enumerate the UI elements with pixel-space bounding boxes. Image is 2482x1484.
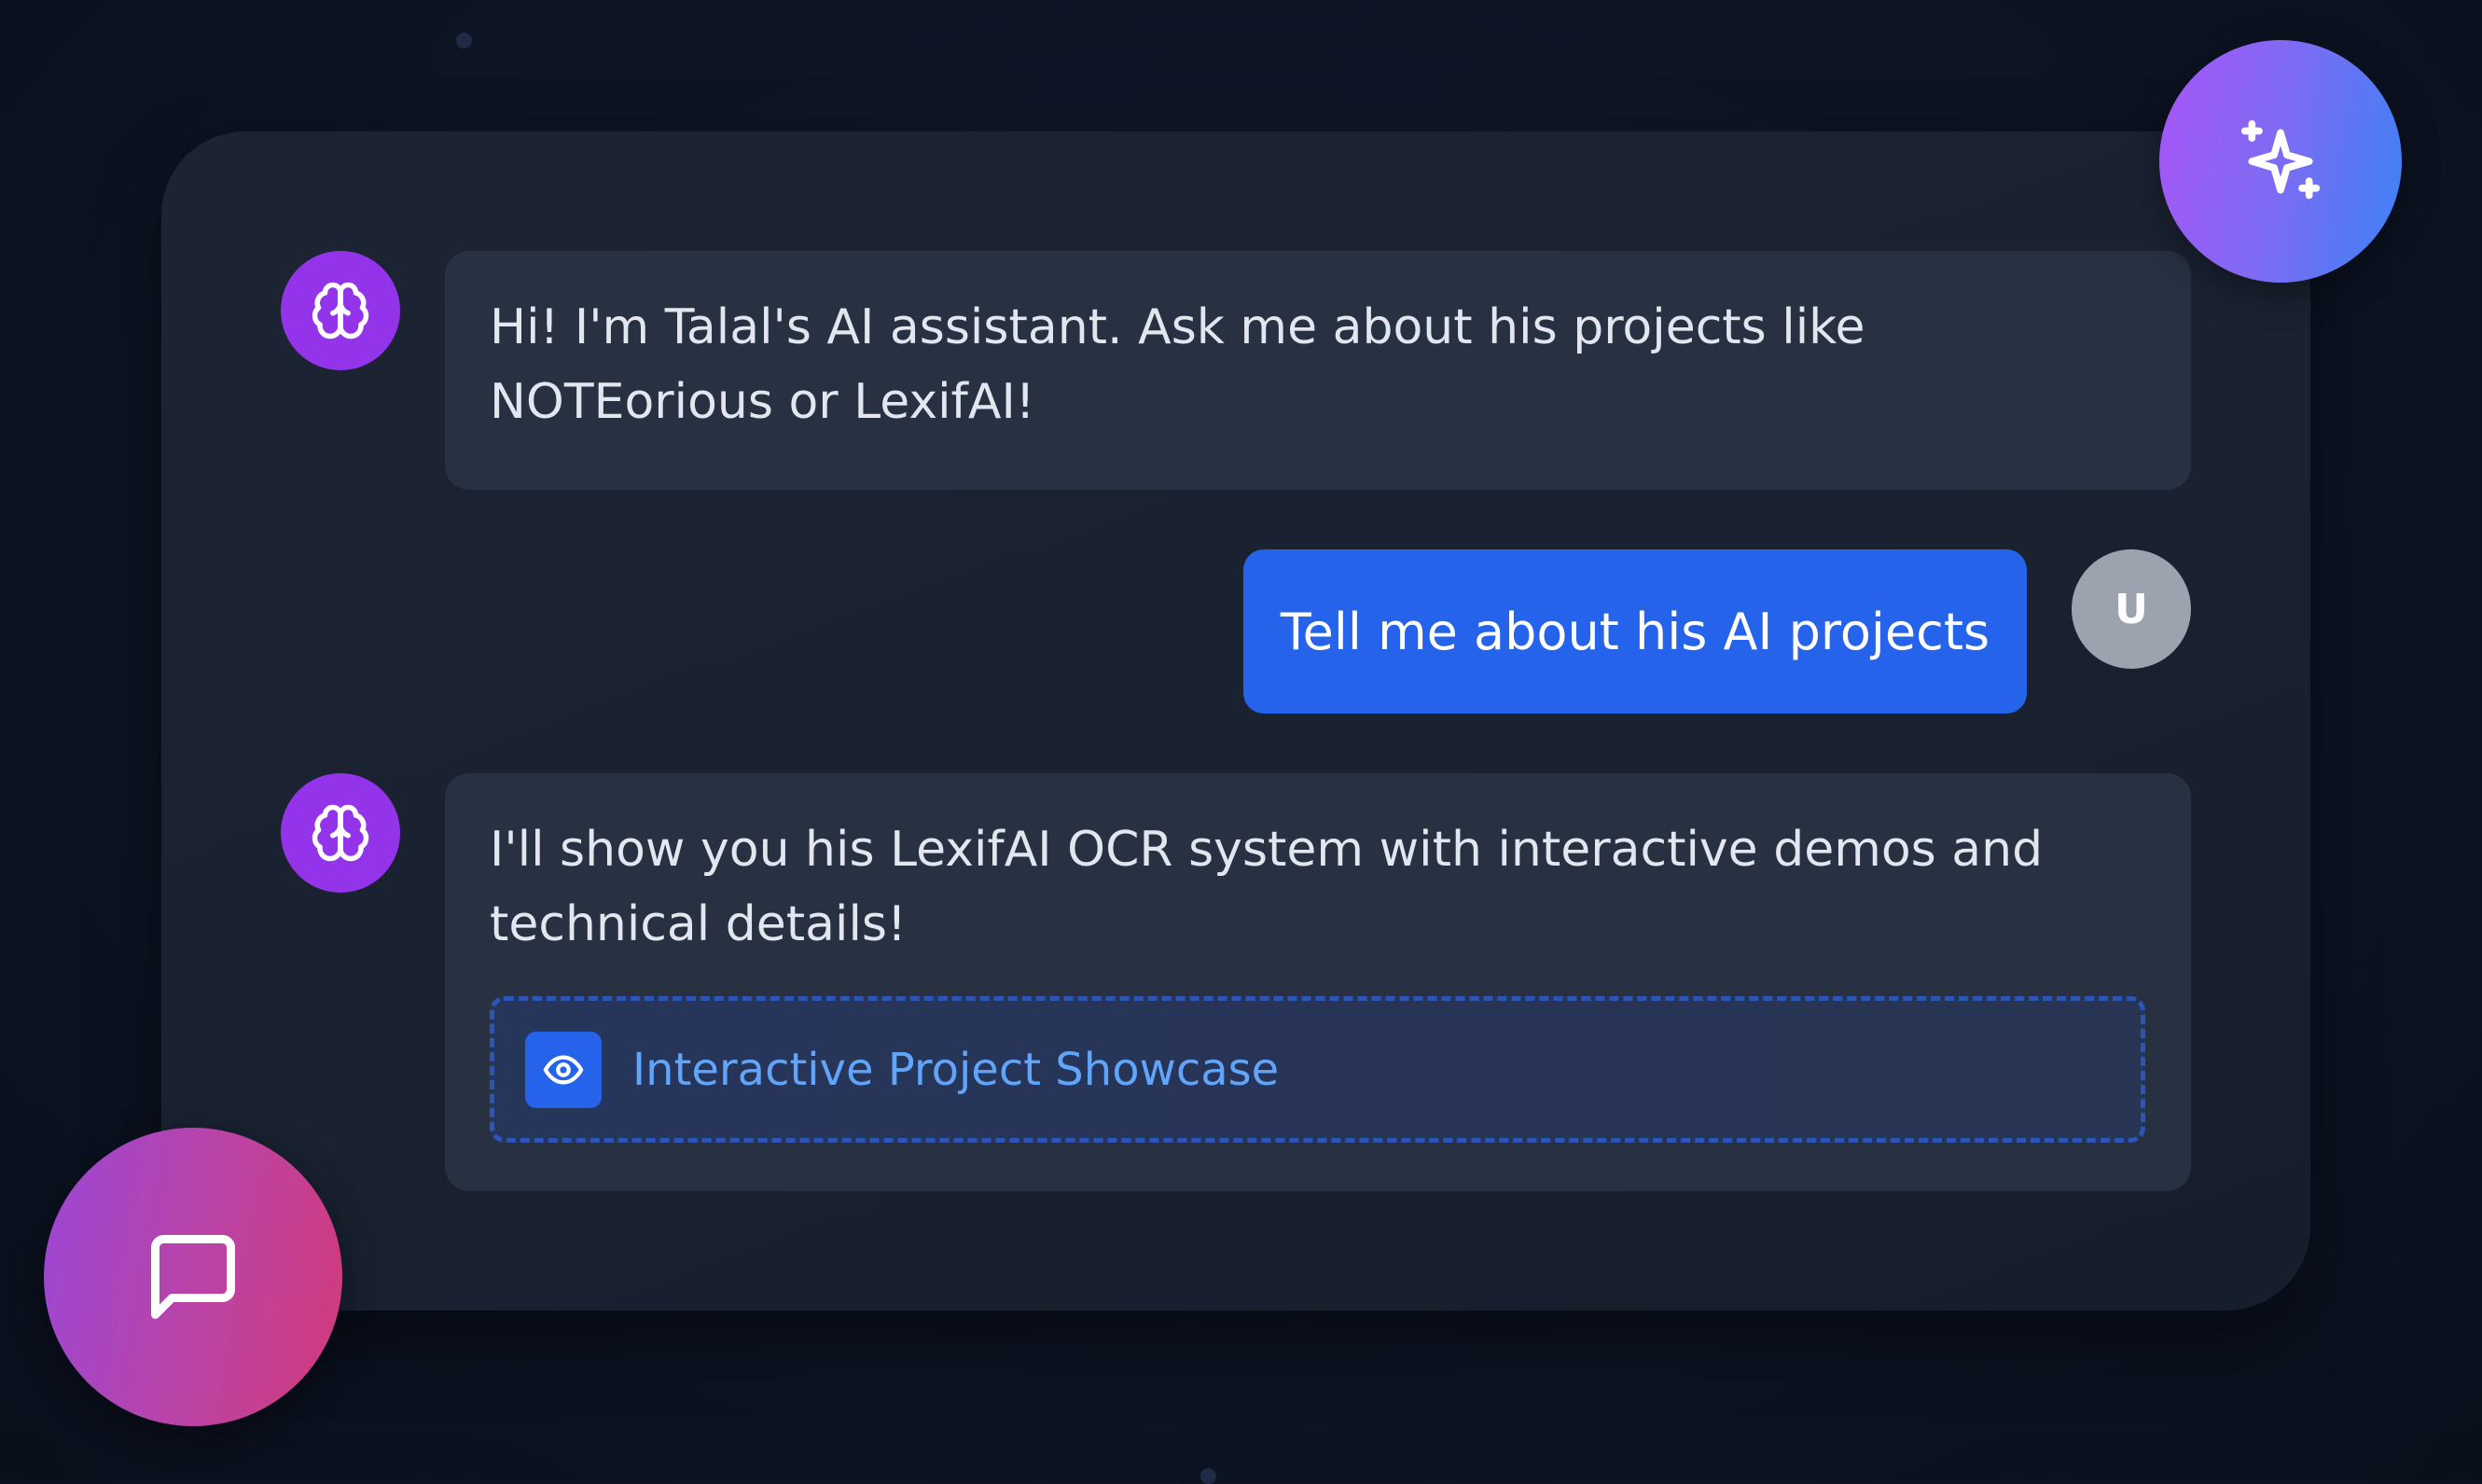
assistant-message-text: I'll show you his LexifAI OCR system wit… (490, 822, 2044, 952)
brain-icon (312, 804, 369, 862)
user-avatar-initial: U (2115, 585, 2148, 633)
user-message-text: Tell me about his AI projects (1280, 602, 1990, 661)
showcase-icon-box (525, 1031, 602, 1108)
assistant-avatar (281, 773, 400, 893)
chat-bubble-icon (151, 1235, 235, 1319)
sparkles-icon (2240, 119, 2321, 200)
user-avatar: U (2072, 549, 2191, 669)
assistant-message: Hi! I'm Talal's AI assistant. Ask me abo… (445, 251, 2191, 490)
brain-icon (312, 282, 369, 340)
assistant-avatar (281, 251, 400, 370)
user-message: Tell me about his AI projects (1243, 549, 2027, 714)
project-showcase-link[interactable]: Interactive Project Showcase (490, 996, 2145, 1143)
background-dot (456, 33, 472, 49)
showcase-label: Interactive Project Showcase (632, 1043, 1280, 1096)
assistant-message-text: Hi! I'm Talal's AI assistant. Ask me abo… (490, 299, 1865, 430)
assistant-message: I'll show you his LexifAI OCR system wit… (445, 773, 2191, 1191)
open-chat-button[interactable] (44, 1128, 342, 1426)
chat-window: Hi! I'm Talal's AI assistant. Ask me abo… (161, 132, 2310, 1311)
eye-icon (543, 1054, 584, 1085)
ai-sparkle-button[interactable] (2159, 40, 2402, 283)
background-dot (1200, 1468, 1216, 1484)
